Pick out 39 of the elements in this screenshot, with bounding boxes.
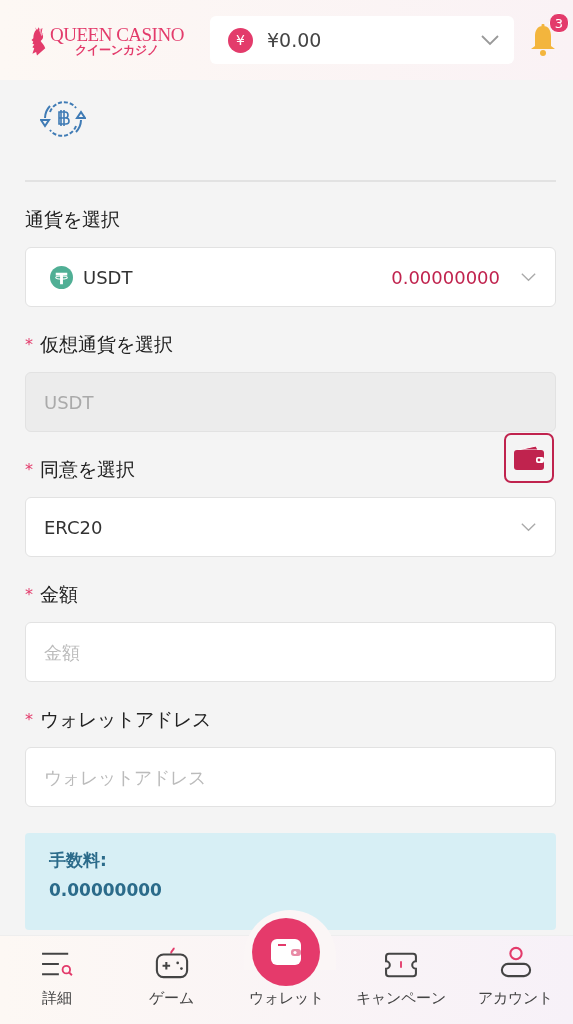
required-mark: * — [25, 712, 33, 728]
bitcoin-exchange-icon — [40, 98, 86, 140]
fee-value: 0.00000000 — [49, 880, 163, 900]
input-field[interactable]: ウォレットアドレス — [25, 747, 556, 807]
fee-label: 手数料: — [49, 849, 108, 872]
menu-search-icon — [40, 951, 75, 979]
wallet-icon — [269, 937, 304, 967]
field-label: 通貨を選択 — [25, 207, 120, 232]
user-icon — [499, 945, 532, 979]
wallet-icon — [512, 444, 546, 472]
bell-icon[interactable] — [529, 23, 557, 57]
nav-tab[interactable]: キャンペーン — [343, 910, 459, 1024]
nav-tab[interactable]: アカウント — [458, 910, 573, 1024]
required-mark: * — [25, 462, 33, 478]
currency-icon: ¥ — [228, 27, 253, 53]
crypto-field: USDT — [25, 372, 556, 432]
field-label: 同意を選択 — [40, 457, 135, 482]
logo-title: QUEEN CASINO — [50, 24, 184, 44]
gamepad-icon — [154, 945, 189, 979]
field-label: ウォレットアドレス — [40, 707, 211, 732]
logo-subtitle: クイーンカジノ — [74, 43, 159, 56]
field-label: 金額 — [40, 582, 78, 607]
currency-select[interactable]: USDT 0.00000000 — [25, 247, 556, 307]
field-label: 仮想通貨を選択 — [40, 332, 173, 357]
required-mark: * — [25, 337, 33, 353]
ticket-icon — [383, 951, 420, 979]
balance-dropdown[interactable]: ¥ ¥0.00 — [210, 16, 514, 64]
network-select[interactable]: ERC20 — [25, 497, 556, 557]
input-field[interactable]: 金額 — [25, 622, 556, 682]
notification-badge: 3 — [549, 13, 569, 33]
nav-tab[interactable]: 詳細 — [0, 910, 115, 1024]
chevron-down-icon — [520, 522, 537, 532]
nav-tab[interactable]: ウォレット — [229, 910, 344, 1024]
required-mark: * — [25, 587, 33, 603]
wallet-button[interactable] — [504, 433, 554, 483]
nav-tab[interactable]: ゲーム — [114, 910, 230, 1024]
chevron-down-icon — [520, 272, 537, 282]
chevron-down-icon — [480, 34, 500, 46]
tether-icon — [50, 265, 73, 289]
